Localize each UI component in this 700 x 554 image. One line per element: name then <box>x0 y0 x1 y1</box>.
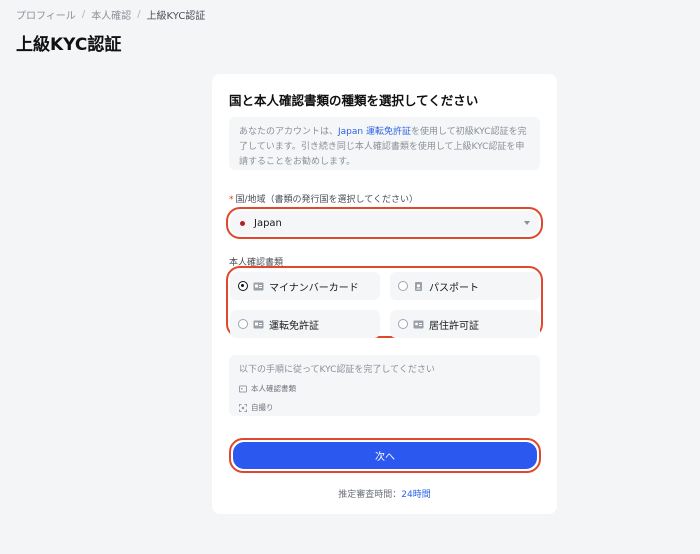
card-title: 国と本人確認書類の種類を選択してください <box>229 93 479 108</box>
passport-icon <box>415 281 422 291</box>
caret-down-icon <box>524 221 530 225</box>
breadcrumb-separator: / <box>81 9 86 20</box>
doc-option-drivers-license[interactable]: 運転免許証 <box>230 310 380 338</box>
breadcrumb-item-identity[interactable]: 本人確認 <box>91 7 131 22</box>
radio-checked-icon <box>238 281 248 291</box>
next-button-highlight: 次へ <box>229 438 541 473</box>
info-notice: あなたのアカウントは、Japan 運転免許証を使用して初級KYC認証を完了してい… <box>229 117 540 170</box>
breadcrumb-item-current: 上級KYC認証 <box>146 11 206 22</box>
country-select[interactable]: Japan <box>230 211 539 235</box>
id-card-icon <box>253 282 264 290</box>
residence-card-icon <box>413 320 424 328</box>
breadcrumb-item-profile[interactable]: プロフィール <box>16 7 76 22</box>
page-title: 上級KYC認証 <box>16 35 122 55</box>
country-label: * 国/地域（書類の発行国を選択してください） <box>229 192 418 205</box>
kyc-card: 国と本人確認書類の種類を選択してください あなたのアカウントは、Japan 運転… <box>212 74 557 514</box>
country-select-value: Japan <box>254 217 282 229</box>
license-card-icon <box>253 320 264 328</box>
doc-option-label: 居住許可証 <box>429 320 479 332</box>
step-item-document: 本人確認書類 <box>239 383 530 394</box>
step-item-label: 自撮り <box>251 403 274 412</box>
review-time: 推定審査時間：24時間 <box>212 487 557 500</box>
breadcrumb-separator: / <box>137 9 141 20</box>
steps-box: 以下の手順に従ってKYC認証を完了してください 本人確認書類 自撮り <box>229 355 540 416</box>
japan-flag-icon <box>240 220 245 226</box>
doc-option-label: パスポート <box>429 282 479 294</box>
doc-option-label: マイナンバーカード <box>269 282 359 294</box>
review-time-value: 24時間 <box>401 490 431 500</box>
info-text-prefix: あなたのアカウントは、 <box>239 127 339 137</box>
next-button[interactable]: 次へ <box>233 442 537 469</box>
doc-option-label: 運転免許証 <box>269 320 319 332</box>
doc-option-residence-permit[interactable]: 居住許可証 <box>390 310 540 338</box>
steps-intro: 以下の手順に従ってKYC認証を完了してください <box>239 365 435 375</box>
review-time-label: 推定審査時間： <box>338 490 402 500</box>
radio-unchecked-icon <box>398 281 408 291</box>
info-link-doc[interactable]: Japan 運転免許証 <box>338 127 411 137</box>
doc-option-passport[interactable]: パスポート <box>390 272 540 300</box>
step-item-selfie: 自撮り <box>239 402 530 413</box>
country-label-text: 国/地域（書類の発行国を選択してください） <box>235 195 419 205</box>
radio-unchecked-icon <box>398 319 408 329</box>
breadcrumb: プロフィール / 本人確認 / 上級KYC認証 <box>16 7 205 22</box>
required-mark: * <box>229 195 234 205</box>
country-select-highlight: Japan <box>226 207 543 239</box>
doc-type-options: マイナンバーカード パスポート 運転免許証 居住許可証 <box>226 266 543 338</box>
radio-unchecked-icon <box>238 319 248 329</box>
doc-option-my-number-card[interactable]: マイナンバーカード <box>230 272 380 300</box>
document-icon <box>239 385 247 392</box>
face-scan-icon <box>239 403 247 412</box>
step-item-label: 本人確認書類 <box>251 384 296 393</box>
